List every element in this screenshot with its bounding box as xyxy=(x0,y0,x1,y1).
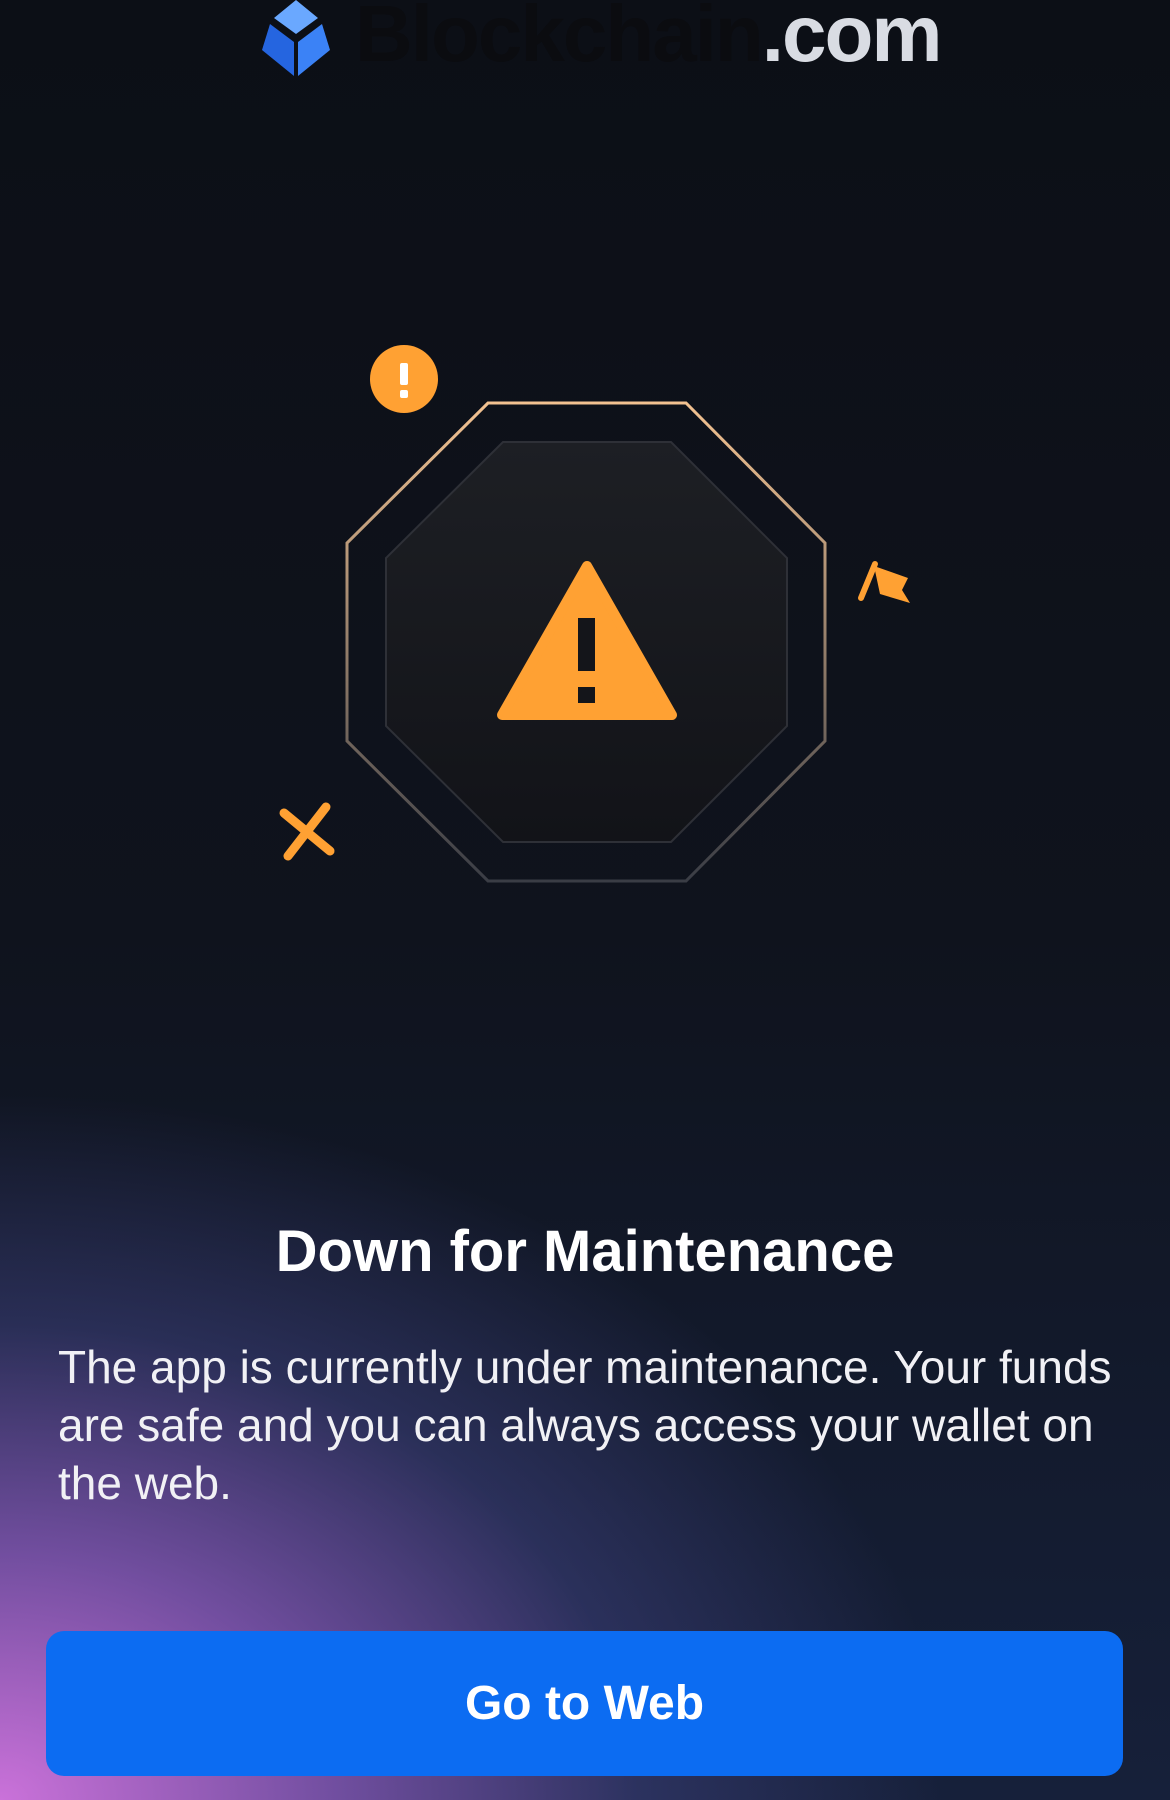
maintenance-illustration xyxy=(230,330,940,910)
x-mark-icon xyxy=(279,802,335,861)
brand-name: Blockchain xyxy=(355,0,764,78)
app-header: Blockchain.com xyxy=(0,0,1170,82)
flag-icon xyxy=(858,561,910,603)
blockchain-cube-icon xyxy=(262,0,330,76)
maintenance-title: Down for Maintenance xyxy=(275,1219,895,1284)
brand-logo-text: Blockchain.com xyxy=(355,0,943,74)
go-to-web-button[interactable]: Go to Web xyxy=(46,1631,1123,1776)
exclamation-badge-icon xyxy=(370,345,438,413)
maintenance-description: The app is currently under maintenance. … xyxy=(58,1341,1112,1509)
brand-tld: .com xyxy=(761,0,943,78)
